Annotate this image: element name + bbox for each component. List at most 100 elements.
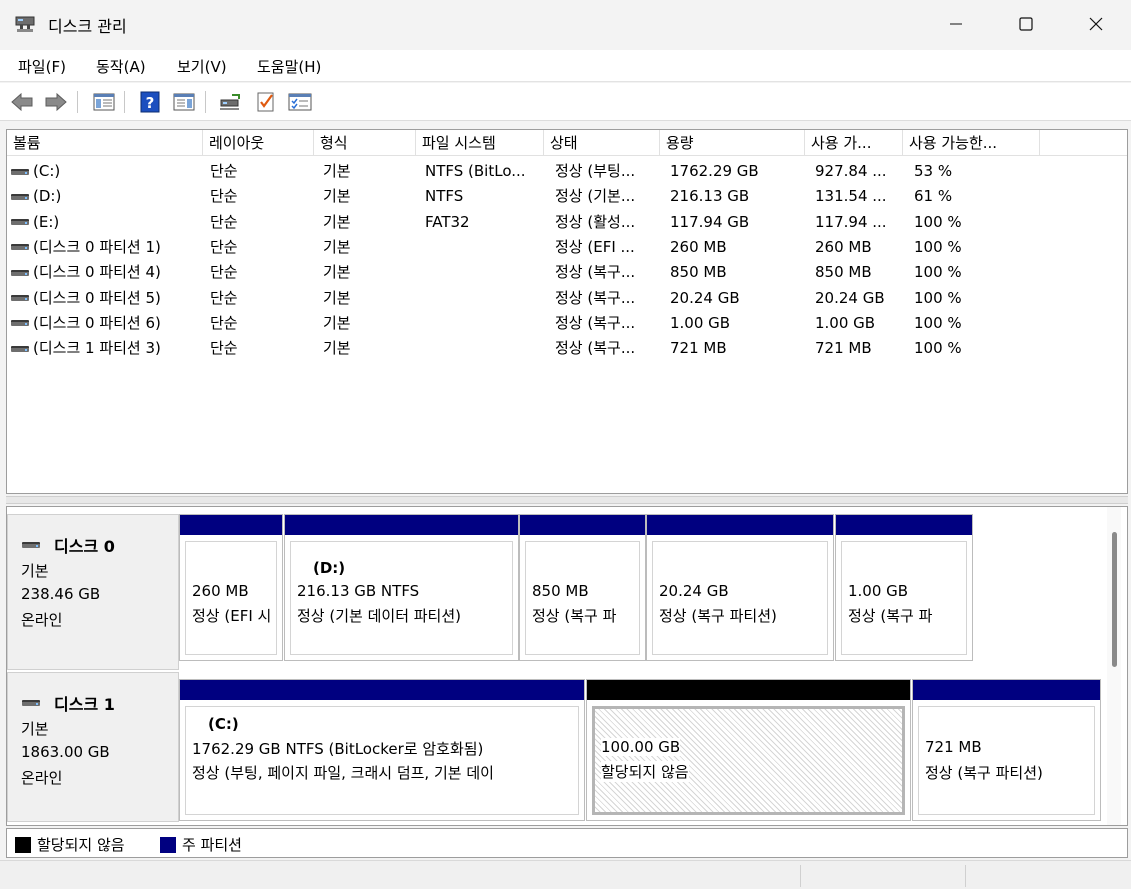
- cell-percent-free: 100 %: [914, 288, 962, 307]
- disk-1-label[interactable]: 디스크 1 기본 1863.00 GB 온라인: [7, 672, 179, 822]
- column-header-free-space[interactable]: 사용 가...: [805, 130, 903, 156]
- cell-percent-free: 100 %: [914, 212, 962, 231]
- partition-disk1-c[interactable]: (C:) 1762.29 GB NTFS (BitLocker로 암호화됨) 정…: [179, 679, 585, 821]
- partition-body: (C:) 1762.29 GB NTFS (BitLocker로 암호화됨) 정…: [185, 706, 579, 815]
- window-title: 디스크 관리: [48, 17, 127, 36]
- column-header-file-system[interactable]: 파일 시스템: [416, 130, 544, 156]
- partition-body: 1.00 GB 정상 (복구 파: [841, 541, 967, 655]
- cell-capacity: 1762.29 GB: [670, 162, 759, 180]
- cell-free-space: 927.84 ...: [815, 162, 887, 180]
- minimize-button[interactable]: [921, 0, 991, 48]
- volume-row[interactable]: (디스크 0 파티션 1) 단순 기본 정상 (EFI ... 260 MB 260 MB…: [7, 235, 1127, 260]
- volume-row[interactable]: (C:) 단순 기본 NTFS (BitLo... 정상 (부팅... 1762.29 G…: [7, 159, 1127, 184]
- partition-disk1-unallocated[interactable]: 100.00 GB 할당되지 않음: [586, 679, 911, 821]
- volume-row[interactable]: (디스크 0 파티션 4) 단순 기본 정상 (복구... 850 MB 850 MB 10…: [7, 260, 1127, 285]
- partition-bar: [520, 515, 645, 535]
- cell-status: 정상 (복구...: [555, 288, 636, 307]
- legend: 할당되지 않음 주 파티션: [6, 828, 1128, 858]
- cell-layout: 단순: [210, 339, 238, 358]
- connect-drive-icon: [220, 94, 240, 110]
- cell-free-space: 131.54 ...: [815, 187, 887, 206]
- volume-icon: [11, 345, 29, 352]
- cell-status: 정상 (활성...: [555, 212, 636, 231]
- close-button[interactable]: [1061, 0, 1131, 48]
- menu-bar: 파일(F) 동작(A) 보기(V) 도움말(H): [0, 50, 1131, 82]
- cell-volume: (디스크 0 파티션 5): [11, 286, 161, 311]
- menu-view[interactable]: 보기(V): [177, 56, 227, 77]
- volume-row[interactable]: (E:) 단순 기본 FAT32 정상 (활성... 117.94 GB 117.94 ..…: [7, 210, 1127, 235]
- volume-row[interactable]: (D:) 단순 기본 NTFS 정상 (기본... 216.13 GB 131.54 ...…: [7, 184, 1127, 209]
- cell-capacity: 260 MB: [670, 237, 727, 256]
- back-arrow-icon: [11, 92, 33, 112]
- partition-label: (C:): [208, 715, 239, 733]
- cell-type: 기본: [323, 288, 351, 307]
- cell-percent-free: 100 %: [914, 339, 962, 358]
- volume-name: (디스크 0 파티션 6): [33, 313, 161, 332]
- cell-type: 기본: [323, 212, 351, 231]
- menu-file[interactable]: 파일(F): [18, 56, 66, 77]
- list-view-button[interactable]: [287, 90, 313, 114]
- partition-bar: [836, 515, 972, 535]
- volume-row[interactable]: (디스크 0 파티션 5) 단순 기본 정상 (복구... 20.24 GB 20.24 …: [7, 286, 1127, 311]
- partition-bar: [913, 680, 1100, 700]
- cell-percent-free: 100 %: [914, 237, 962, 256]
- forward-button[interactable]: [43, 90, 69, 114]
- disk-drive-icon: [22, 700, 40, 706]
- back-button[interactable]: [9, 90, 35, 114]
- cell-capacity: 721 MB: [670, 339, 727, 358]
- cell-volume: (디스크 0 파티션 6): [11, 311, 161, 336]
- partition-disk0-recovery-1[interactable]: 850 MB 정상 (복구 파: [519, 514, 646, 661]
- column-header-layout[interactable]: 레이아웃: [203, 130, 314, 156]
- cell-volume: (디스크 0 파티션 4): [11, 260, 161, 285]
- connect-drive-button[interactable]: [217, 90, 243, 114]
- pane-splitter[interactable]: [6, 496, 1128, 504]
- checklist-button[interactable]: [253, 90, 279, 114]
- cell-percent-free: 53 %: [914, 162, 953, 180]
- partition-disk0-recovery-2[interactable]: 20.24 GB 정상 (복구 파티션): [646, 514, 834, 661]
- column-header-capacity[interactable]: 용량: [660, 130, 805, 156]
- cell-volume: (E:): [11, 210, 59, 235]
- disk-0-size: 238.46 GB: [21, 585, 101, 603]
- list-view-icon: [288, 93, 312, 111]
- disk-0-title: 디스크 0: [22, 533, 115, 557]
- partition-disk1-recovery[interactable]: 721 MB 정상 (복구 파티션): [912, 679, 1101, 821]
- volume-icon: [11, 320, 29, 327]
- disk-0-label[interactable]: 디스크 0 기본 238.46 GB 온라인: [7, 514, 179, 670]
- menu-action[interactable]: 동작(A): [96, 56, 146, 77]
- partition-status: 정상 (복구 파: [848, 607, 933, 625]
- menu-help[interactable]: 도움말(H): [257, 56, 321, 77]
- disk-1-status: 온라인: [21, 769, 63, 787]
- properties-view-button[interactable]: [171, 90, 197, 114]
- volume-row[interactable]: (디스크 1 파티션 3) 단순 기본 정상 (복구... 721 MB 721 MB 10…: [7, 336, 1127, 361]
- partition-body: (D:) 216.13 GB NTFS 정상 (기본 데이터 파티션): [290, 541, 513, 655]
- maximize-icon: [1019, 17, 1033, 31]
- console-tree-button[interactable]: [91, 90, 117, 114]
- partition-bar: [180, 680, 584, 700]
- cell-layout: 단순: [210, 212, 238, 231]
- cell-layout: 단순: [210, 288, 238, 307]
- volume-row[interactable]: (디스크 0 파티션 6) 단순 기본 정상 (복구... 1.00 GB 1.00 GB…: [7, 311, 1127, 336]
- cell-type: 기본: [323, 187, 351, 206]
- disk-view-scrollbar[interactable]: [1107, 507, 1121, 825]
- partition-body: 850 MB 정상 (복구 파: [525, 541, 640, 655]
- partition-bar: [587, 680, 910, 700]
- column-header-status[interactable]: 상태: [544, 130, 660, 156]
- column-header-volume[interactable]: 볼륨: [7, 130, 203, 156]
- column-header-percent-free[interactable]: 사용 가능한...: [903, 130, 1040, 156]
- partition-disk0-efi[interactable]: 260 MB 정상 (EFI 시: [179, 514, 283, 661]
- volume-name: (E:): [33, 212, 60, 231]
- scrollbar-thumb[interactable]: [1112, 532, 1117, 667]
- partition-disk0-d[interactable]: (D:) 216.13 GB NTFS 정상 (기본 데이터 파티션): [284, 514, 519, 661]
- disk-1-name: 디스크 1: [54, 695, 115, 714]
- forward-arrow-icon: [45, 92, 67, 112]
- partition-disk0-recovery-3[interactable]: 1.00 GB 정상 (복구 파: [835, 514, 973, 661]
- help-button[interactable]: ?: [137, 90, 163, 114]
- cell-capacity: 850 MB: [670, 263, 727, 282]
- maximize-button[interactable]: [991, 0, 1061, 48]
- cell-status: 정상 (부팅...: [555, 162, 636, 180]
- cell-free-space: 850 MB: [815, 263, 872, 282]
- title-bar: 디스크 관리: [0, 0, 1131, 48]
- volume-list[interactable]: 볼륨 레이아웃 형식 파일 시스템 상태 용량 사용 가... 사용 가능한..…: [6, 129, 1128, 494]
- column-header-type[interactable]: 형식: [314, 130, 416, 156]
- partition-size: 20.24 GB: [659, 582, 729, 600]
